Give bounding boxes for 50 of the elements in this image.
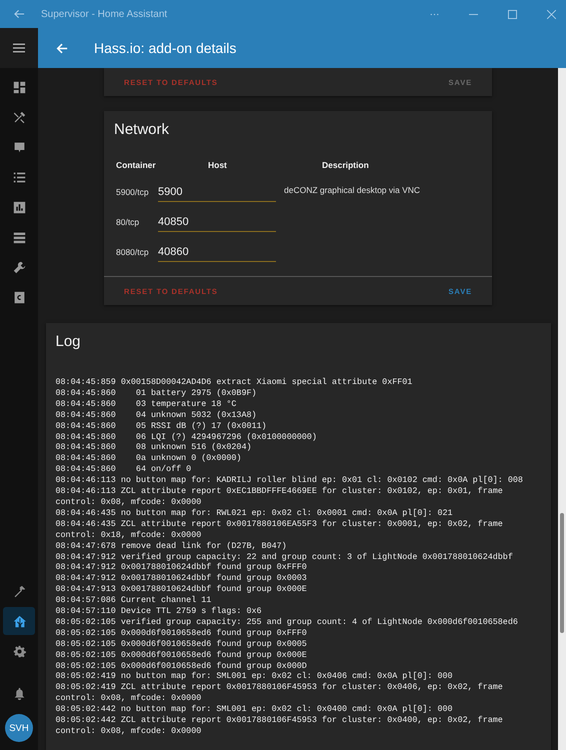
maximize-icon[interactable] [508, 10, 517, 18]
log-line: 08:04:46:113 ZCL attribute report 0xEC1BBDFFFE4669EE for cluster: 0x0102, ep: 0x01, frame control: 0x08, mfcode: 0x0000 [56, 486, 504, 508]
user-avatar[interactable]: SVH [5, 714, 33, 742]
page-title: Hass.io: add-on details [94, 40, 236, 56]
back-icon[interactable] [14, 9, 25, 19]
log-line: 08:05:02:105 0x000d6f0010658ed6 found group 0xFFF0 [56, 628, 308, 639]
column-header: Host [207, 160, 228, 172]
log-line: 08:04:45:860 06 LQI (?) 4294967296 (0x0100000000) [56, 432, 318, 442]
host-port-field[interactable]: 5900 [158, 176, 276, 202]
host-port-field[interactable]: 40850 [158, 206, 276, 232]
log-line: 08:04:45:860 03 temperature 18 °C [56, 398, 238, 410]
window-title: Supervisor - Home Assistant [41, 8, 168, 20]
container-port: 80/tcp [116, 217, 140, 229]
port-description: deCONZ graphical desktop via VNC [283, 184, 422, 195]
log-line: 08:04:47:912 0x001788010624dbbf found group 0x0003 [56, 573, 308, 584]
log-line: 08:04:45:860 08 unknown 516 (0x0204) [56, 442, 253, 454]
log-line: 08:04:45:859 0x00158D00042AD4D6 extract Xiaomi special attribute 0xFF01 [56, 377, 414, 388]
card-title: Network [114, 121, 170, 138]
log-line: 08:04:47:912 verified group capacity: 22 and group count: 3 of LightNode 0x001788010624dbbf [56, 552, 514, 562]
close-icon[interactable] [547, 10, 556, 18]
menu-icon[interactable] [13, 43, 25, 53]
log-line: 08:04:45:860 0a unknown 0 (0x0000) [56, 453, 242, 464]
bell-icon[interactable] [12, 686, 26, 700]
log-line: 08:04:45:860 05 RSSI dB (?) 17 (0x0011) [56, 420, 268, 432]
log-line: 08:04:47:912 0x001788010624dbbf found group 0xFFF0 [56, 562, 308, 574]
log-line: 08:04:45:860 64 on/off 0 [56, 464, 192, 476]
log-line: 08:05:02:442 ZCL attribute report 0x0017880106F45953 for cluster: 0x0400, ep: 0x02, frame control: 0x08, mfcode: 0x0000 [56, 715, 504, 737]
home-icon[interactable] [3, 607, 35, 635]
log-line: 08:04:45:860 01 battery 2975 (0x0B9F) [56, 388, 258, 399]
log-line: 08:04:47:678 remove dead link for (D27B, B047) [56, 540, 288, 552]
log-line: 08:04:46:435 ZCL attribute report 0x0017880106EA55F3 for cluster: 0x0001, ep: 0x02, frame control: 0x18, mfcode: 0x0000 [56, 518, 504, 541]
host-port-field[interactable]: 40860 [158, 236, 276, 262]
log-line: 08:04:45:860 04 unknown 5032 (0x13A8) [56, 410, 258, 421]
log-line: 08:05:02:105 0x000d6f0010658ed6 found group 0x000E [56, 650, 308, 661]
log-line: 08:05:02:105 verified group capacity: 255 and group count: 4 of LightNode 0x000d6f0010658ed6 [56, 616, 519, 628]
log-line: 08:04:47:913 0x001788010624dbbf found group 0x000E [56, 584, 308, 596]
column-header: Container [116, 160, 157, 172]
log-line: 08:05:02:442 no button map for: SML001 ep: 0x02 cl: 0x0400 cmd: 0x0A pl[0]: 000 [56, 704, 454, 716]
log-line: 08:04:57:110 Device TTL 2759 s flags: 0x6 [56, 606, 263, 617]
card-title: Log [56, 333, 82, 350]
log-line: 08:04:57:086 Current channel 11 [56, 595, 212, 606]
log-line: 08:04:46:435 no button map for: RWL021 ep: 0x02 cl: 0x0001 cmd: 0x0A pl[0]: 021 [56, 508, 454, 519]
container-port: 5900/tcp [116, 187, 150, 199]
log-line: 08:04:46:113 no button map for: KADRILJ roller blind ep: 0x01 cl: 0x0102 cmd: 0x0A pl[0]: 008 [56, 475, 524, 486]
column-header: Description [321, 160, 370, 172]
log-line: 08:05:02:105 0x000d6f0010658ed6 found group 0x000D [56, 660, 308, 672]
log-line: 08:05:02:419 ZCL attribute report 0x0017880106F45953 for cluster: 0x0406, ep: 0x02, frame control: 0x08, mfcode: 0x0000 [56, 682, 504, 704]
container-port: 8080/tcp [116, 247, 150, 259]
log-line: 08:05:02:105 0x000d6f0010658ed6 found group 0x0005 [56, 638, 308, 650]
log-line: 08:05:02:419 no button map for: SML001 ep: 0x02 cl: 0x0406 cmd: 0x0A pl[0]: 000 [56, 671, 454, 682]
